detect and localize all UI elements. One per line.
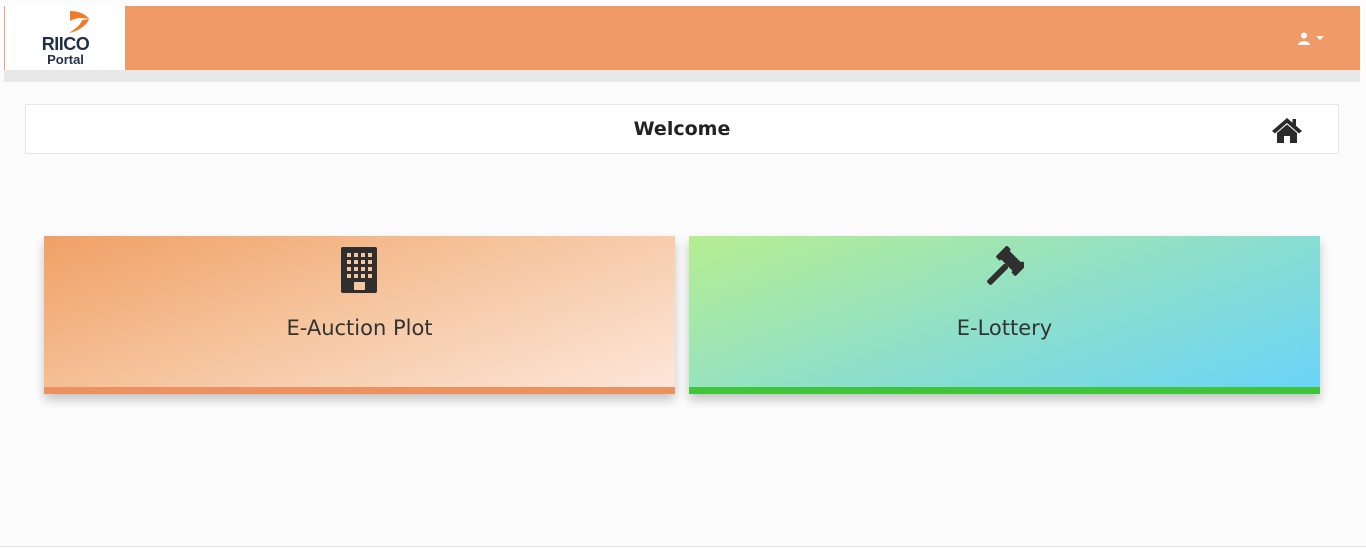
- caret-down-icon: [1316, 36, 1324, 40]
- building-icon: [341, 247, 377, 293]
- footer-divider: [0, 546, 1366, 547]
- riico-logo[interactable]: RIICO Portal: [4, 6, 125, 70]
- e-lottery-card[interactable]: E-Lottery: [689, 236, 1320, 394]
- header-substrip: [4, 70, 1360, 82]
- user-menu-button[interactable]: [1298, 28, 1324, 48]
- gavel-icon: [987, 246, 1024, 285]
- e-auction-plot-card[interactable]: E-Auction Plot: [44, 236, 675, 394]
- user-icon: [1298, 32, 1310, 45]
- welcome-bar: Welcome: [25, 104, 1339, 154]
- e-auction-plot-label: E-Auction Plot: [286, 316, 433, 340]
- logo-swoosh-icon: [69, 11, 89, 33]
- e-lottery-label: E-Lottery: [956, 316, 1053, 340]
- home-icon[interactable]: [1271, 116, 1303, 144]
- page-title: Welcome: [633, 118, 731, 140]
- logo-subtitle: Portal: [47, 52, 84, 67]
- top-navbar: [4, 6, 1360, 70]
